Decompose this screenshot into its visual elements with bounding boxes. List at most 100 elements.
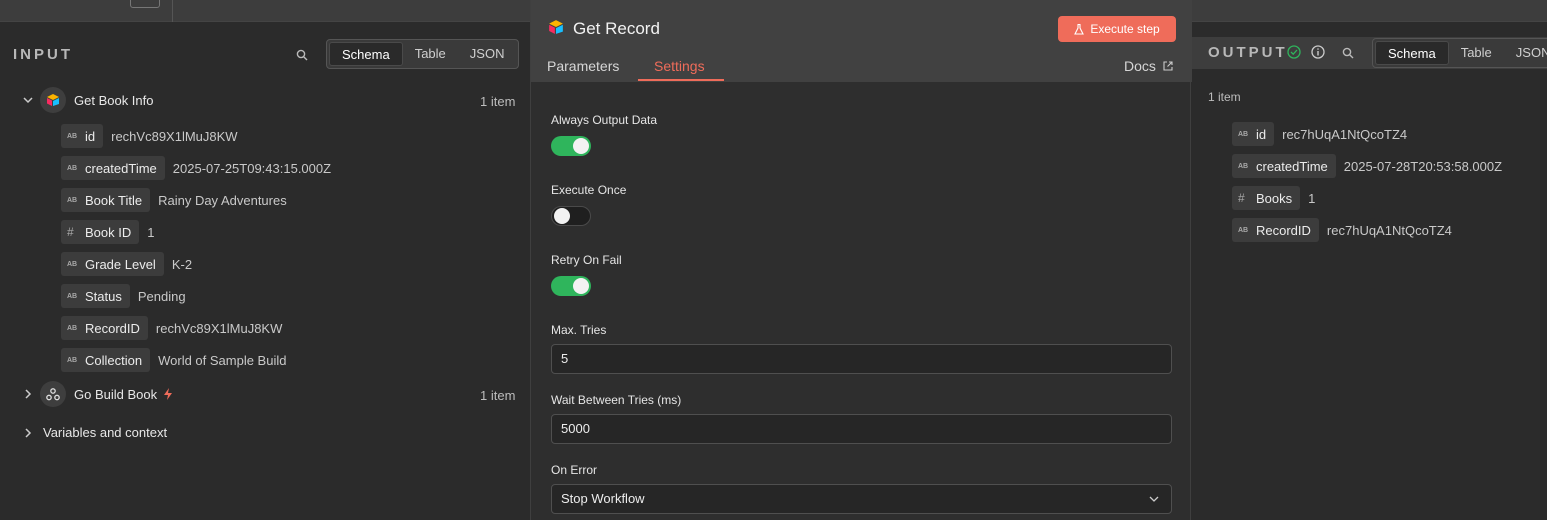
input-panel: INPUT Schema Table JSON Get Book Info 1 …	[0, 23, 530, 520]
text-type-icon: AB	[1238, 162, 1249, 170]
text-type-icon: AB	[67, 356, 78, 364]
field-label: Book ID	[85, 224, 132, 240]
tab-settings[interactable]: Settings	[654, 58, 705, 74]
always-output-toggle[interactable]	[551, 136, 591, 156]
max-tries-label: Max. Tries	[551, 323, 607, 337]
output-panel: OUTPUT Schema Table JSON 1 item AB id rec…	[1192, 23, 1547, 520]
field-label: Collection	[85, 352, 143, 368]
field-value: 1	[1308, 190, 1316, 206]
field-value: 2025-07-28T20:53:58.000Z	[1343, 158, 1503, 174]
variables-and-context[interactable]: Variables and context	[22, 425, 167, 440]
toggle-knob	[573, 278, 589, 294]
docs-label: Docs	[1124, 58, 1156, 74]
schema-field[interactable]: AB RecordID rec7hUqA1NtQcoTZ4	[1232, 218, 1452, 242]
webhook-icon	[40, 381, 66, 407]
field-label: id	[85, 128, 96, 144]
field-value: rec7hUqA1NtQcoTZ4	[1326, 222, 1452, 238]
chevron-right-icon[interactable]	[22, 388, 34, 400]
schema-field[interactable]: AB createdTime 2025-07-25T09:43:15.000Z	[61, 156, 331, 180]
schema-field[interactable]: AB Book Title Rainy Day Adventures	[61, 188, 287, 212]
schema-field[interactable]: # Books 1	[1232, 186, 1315, 210]
execute-once-label: Execute Once	[551, 183, 627, 197]
schema-field[interactable]: AB id rechVc89X1lMuJ8KW	[61, 124, 238, 148]
chevron-down-icon[interactable]	[22, 94, 34, 106]
execute-once-toggle[interactable]	[551, 206, 591, 226]
output-tab-table[interactable]: Table	[1449, 41, 1504, 65]
field-value: rechVc89X1lMuJ8KW	[155, 320, 283, 336]
success-check-icon	[1287, 45, 1301, 59]
text-type-icon: AB	[67, 324, 78, 332]
top-bar-divider	[172, 0, 173, 22]
field-label: Status	[85, 288, 122, 304]
field-label: RecordID	[1256, 222, 1311, 238]
output-tab-schema[interactable]: Schema	[1375, 41, 1449, 65]
schema-field[interactable]: # Book ID 1	[61, 220, 154, 244]
input-view-switch: Schema Table JSON	[326, 39, 520, 69]
info-icon[interactable]	[1311, 45, 1325, 59]
output-view-switch: Schema Table JSON	[1372, 38, 1547, 68]
schema-field[interactable]: AB Collection World of Sample Build	[61, 348, 286, 372]
node-go-build-book[interactable]: Go Build Book	[22, 381, 173, 407]
tab-parameters[interactable]: Parameters	[547, 58, 619, 74]
chevron-down-icon	[1149, 496, 1159, 502]
field-label: createdTime	[1256, 158, 1328, 174]
on-error-label: On Error	[551, 463, 598, 477]
schema-field[interactable]: AB createdTime 2025-07-28T20:53:58.000Z	[1232, 154, 1502, 178]
text-type-icon: AB	[67, 164, 78, 172]
output-tab-json[interactable]: JSON	[1504, 41, 1547, 65]
node-get-book-info[interactable]: Get Book Info	[22, 87, 154, 113]
max-tries-input[interactable]: 5	[551, 344, 1172, 374]
schema-field[interactable]: AB RecordID rechVc89X1lMuJ8KW	[61, 316, 282, 340]
field-label: Books	[1256, 190, 1293, 206]
node-name: Go Build Book	[74, 386, 158, 402]
text-type-icon: AB	[67, 132, 78, 140]
field-label: Book Title	[85, 192, 143, 208]
lightning-icon	[164, 388, 173, 400]
text-type-icon: AB	[1238, 226, 1249, 234]
schema-field[interactable]: AB Grade Level K-2	[61, 252, 192, 276]
text-type-icon: AB	[67, 292, 78, 300]
schema-field[interactable]: AB Status Pending	[61, 284, 186, 308]
execute-step-label: Execute step	[1090, 22, 1160, 36]
toggle-knob	[554, 208, 570, 224]
field-value: 1	[147, 224, 155, 240]
input-tab-table[interactable]: Table	[403, 42, 458, 66]
search-icon[interactable]	[1342, 47, 1354, 59]
field-value: World of Sample Build	[158, 352, 287, 368]
always-output-label: Always Output Data	[551, 113, 658, 127]
text-type-icon: AB	[67, 260, 78, 268]
output-item-count: 1 item	[1208, 90, 1241, 104]
number-type-icon: #	[1238, 191, 1245, 205]
field-label: createdTime	[85, 160, 157, 176]
field-value: rec7hUqA1NtQcoTZ4	[1282, 126, 1408, 142]
docs-link[interactable]: Docs	[1124, 58, 1173, 74]
on-error-value: Stop Workflow	[561, 491, 645, 506]
field-value: K-2	[171, 256, 193, 272]
top-bar-control[interactable]	[130, 0, 160, 8]
node-settings-panel: Get Record Execute step Parameters Setti…	[530, 0, 1192, 520]
node-header: Get Record Execute step Parameters Setti…	[531, 0, 1192, 82]
chevron-right-icon[interactable]	[22, 427, 34, 439]
variables-label: Variables and context	[43, 425, 168, 440]
input-title: INPUT	[13, 46, 73, 63]
execute-step-button[interactable]: Execute step	[1058, 16, 1176, 42]
external-link-icon	[1163, 61, 1173, 71]
node-name: Get Book Info	[74, 92, 154, 108]
retry-on-fail-toggle[interactable]	[551, 276, 591, 296]
input-tab-schema[interactable]: Schema	[329, 42, 403, 66]
field-label: RecordID	[85, 320, 140, 336]
wait-between-input[interactable]: 5000	[551, 414, 1172, 444]
output-title: OUTPUT	[1208, 44, 1288, 61]
on-error-select[interactable]: Stop Workflow	[551, 484, 1172, 514]
field-value: Pending	[137, 288, 186, 304]
input-tab-json[interactable]: JSON	[458, 42, 517, 66]
wait-between-label: Wait Between Tries (ms)	[551, 393, 682, 407]
field-label: id	[1256, 126, 1267, 142]
field-label: Grade Level	[85, 256, 156, 272]
text-type-icon: AB	[67, 196, 78, 204]
search-icon[interactable]	[296, 49, 308, 61]
schema-field[interactable]: AB id rec7hUqA1NtQcoTZ4	[1232, 122, 1407, 146]
item-count: 1 item	[480, 388, 516, 403]
number-type-icon: #	[67, 225, 74, 239]
active-tab-indicator	[638, 79, 724, 81]
